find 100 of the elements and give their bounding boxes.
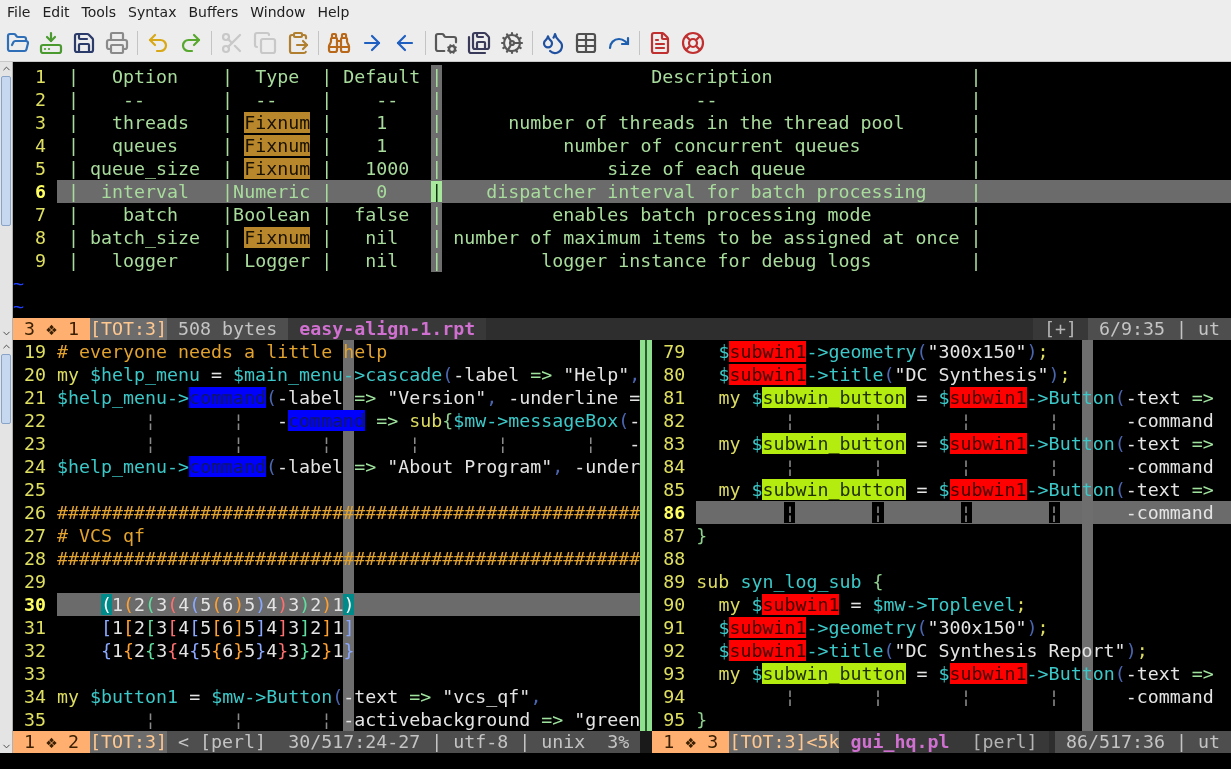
folder-icon[interactable] — [6, 30, 30, 55]
menu-item[interactable]: Buffers — [182, 1, 245, 23]
scrollbar-thumb[interactable] — [1, 354, 11, 424]
download-icon[interactable] — [39, 30, 63, 55]
code-line: | -- | -- | -- | -- | — [67, 88, 983, 111]
menu-item[interactable]: File — [1, 1, 37, 23]
line-number: 19 — [23, 340, 46, 363]
code-line: my $subwin_button = $subwin1->Button(-text => — [717, 432, 1215, 455]
line-number: 86 — [662, 501, 686, 524]
line-number: 23 — [22, 432, 46, 455]
line-number: 9 — [34, 249, 46, 272]
line-number: 90 — [662, 593, 686, 616]
code-line: [1[2[3[4[5[6]5]4]3]2]1] — [100, 616, 356, 639]
scrollbar-thumb[interactable] — [1, 76, 11, 226]
code-line: | batch |Boolean | false | enables batch processing mode | — [67, 203, 983, 226]
line-number: 33 — [23, 662, 46, 685]
floppy-disks-icon[interactable] — [467, 30, 491, 55]
status-segment: 30/517:24-27 | utf-8 | unix — [277, 731, 597, 753]
table-icon[interactable] — [574, 30, 598, 55]
clipboard-icon[interactable] — [286, 30, 310, 55]
status-segment: <5k — [806, 731, 840, 753]
code-line: | logger | Logger | nil | logger instance for debug logs | — [67, 249, 983, 272]
code-line: ¦ ¦ ¦ -activebackground => "green — [143, 708, 641, 731]
menu-item[interactable]: Window — [244, 1, 312, 23]
line-number: 82 — [662, 409, 686, 432]
line-number: 88 — [662, 547, 686, 570]
scrollbar[interactable] — [0, 340, 13, 753]
status-segment: 1 ❖ 3 — [652, 731, 730, 753]
code-line: my $subwin_button = $subwin1->Button(-text => — [717, 386, 1215, 409]
status-segment: gui_hq.pl — [839, 731, 961, 753]
status-segment: [perl] — [960, 731, 1049, 753]
line-number: 94 — [662, 685, 686, 708]
status-segment: 3 ❖ 1 — [13, 318, 91, 340]
line-number: 20 — [22, 363, 46, 386]
line-number: 5 — [34, 157, 46, 180]
code-line: $help_menu->command(-label => "Version", -underline = — [56, 386, 641, 409]
menu-item[interactable]: Edit — [36, 1, 76, 23]
code-line: ¦ ¦ ¦ ¦ -command — [783, 409, 1215, 432]
line-number: 81 — [662, 386, 686, 409]
code-line: | Option | Type | Default | Description | — [67, 65, 983, 88]
line-number: 31 — [23, 616, 46, 639]
lifebuoy-icon[interactable] — [681, 30, 705, 55]
menu-item[interactable]: Help — [311, 1, 356, 23]
code-line: } — [696, 524, 709, 547]
code-line: | queues | Fixnum | 1 | number of concurrent queues | — [67, 134, 983, 157]
status-segment: [+] — [1032, 318, 1088, 340]
code-line: $subwin1->geometry("300x150"); — [717, 616, 1050, 639]
binoculars-icon[interactable] — [327, 30, 351, 55]
gear-icon[interactable] — [500, 30, 524, 55]
line-number: 26 — [23, 501, 46, 524]
drops-icon[interactable] — [541, 30, 565, 55]
code-line: $subwin1->title("DC Synthesis Report"); — [717, 639, 1149, 662]
line-number: 91 — [662, 616, 686, 639]
filler-line: ~ — [13, 296, 24, 317]
line-number: 80 — [662, 363, 686, 386]
menu-item[interactable]: Syntax — [122, 1, 183, 23]
line-number: 3 — [34, 111, 46, 134]
line-number: 24 — [22, 455, 46, 478]
code-line: my $subwin1 = $mw->Toplevel; — [717, 593, 1028, 616]
code-line: | threads | Fixnum | 1 | number of threads in the thread pool | — [67, 111, 983, 134]
menu-item[interactable]: Tools — [75, 1, 123, 23]
code-line: | queue_size | Fixnum | 1000 | size of each queue | — [67, 157, 983, 180]
status-segment: 508 bytes — [167, 318, 289, 340]
code-line: ¦ ¦ ¦ ¦ ¦ ¦ - — [143, 432, 641, 455]
status-segment: [TOT:3] — [729, 731, 807, 753]
line-number: 79 — [662, 340, 686, 363]
line-number: 84 — [662, 455, 686, 478]
window-separator[interactable] — [640, 340, 653, 731]
code-line: # VCS qf — [57, 524, 147, 547]
status-segment: 1 ❖ 2 — [13, 731, 91, 753]
folder-gear-icon[interactable] — [434, 30, 458, 55]
code-line: $subwin1->title("DC Synthesis"); — [717, 363, 1072, 386]
line-number: 34 — [23, 685, 46, 708]
line-number: 8 — [34, 226, 46, 249]
scrollbar[interactable] — [0, 62, 13, 340]
status-segment: 3% — [596, 731, 641, 753]
code-line: ¦ ¦ ¦ ¦ -command — [783, 455, 1215, 478]
line-number: 93 — [662, 662, 686, 685]
line-number: 22 — [22, 409, 46, 432]
code-line: ##################################################### — [57, 547, 641, 570]
code-line: | batch_size | Fixnum | nil | number of maximum items to be assigned at once | — [67, 226, 983, 249]
line-number: 89 — [662, 570, 686, 593]
line-number: 2 — [34, 88, 46, 111]
line-number: 21 — [22, 386, 46, 409]
line-number: 1 — [34, 65, 46, 88]
line-number: 83 — [662, 432, 686, 455]
line-number: 27 — [23, 524, 46, 547]
status-segment: 6/9:35 | ut — [1087, 318, 1231, 340]
line-number: 6 — [34, 180, 46, 203]
code-line: my $button1 = $mw->Button(-text => "vcs_qf", — [57, 685, 543, 708]
line-number: 87 — [662, 524, 686, 547]
code-line: $subwin1->geometry("300x150"); — [717, 340, 1050, 363]
code-line: {1{2{3{4{5{6}5}4}3}2}1} — [100, 639, 356, 662]
code-line: } — [696, 708, 709, 731]
line-number: 95 — [662, 708, 686, 731]
printer-icon[interactable] — [105, 30, 129, 55]
status-segment: < [perl] — [167, 731, 278, 753]
line-number: 32 — [23, 639, 46, 662]
line-number: 85 — [662, 478, 686, 501]
document-icon[interactable] — [648, 30, 672, 55]
